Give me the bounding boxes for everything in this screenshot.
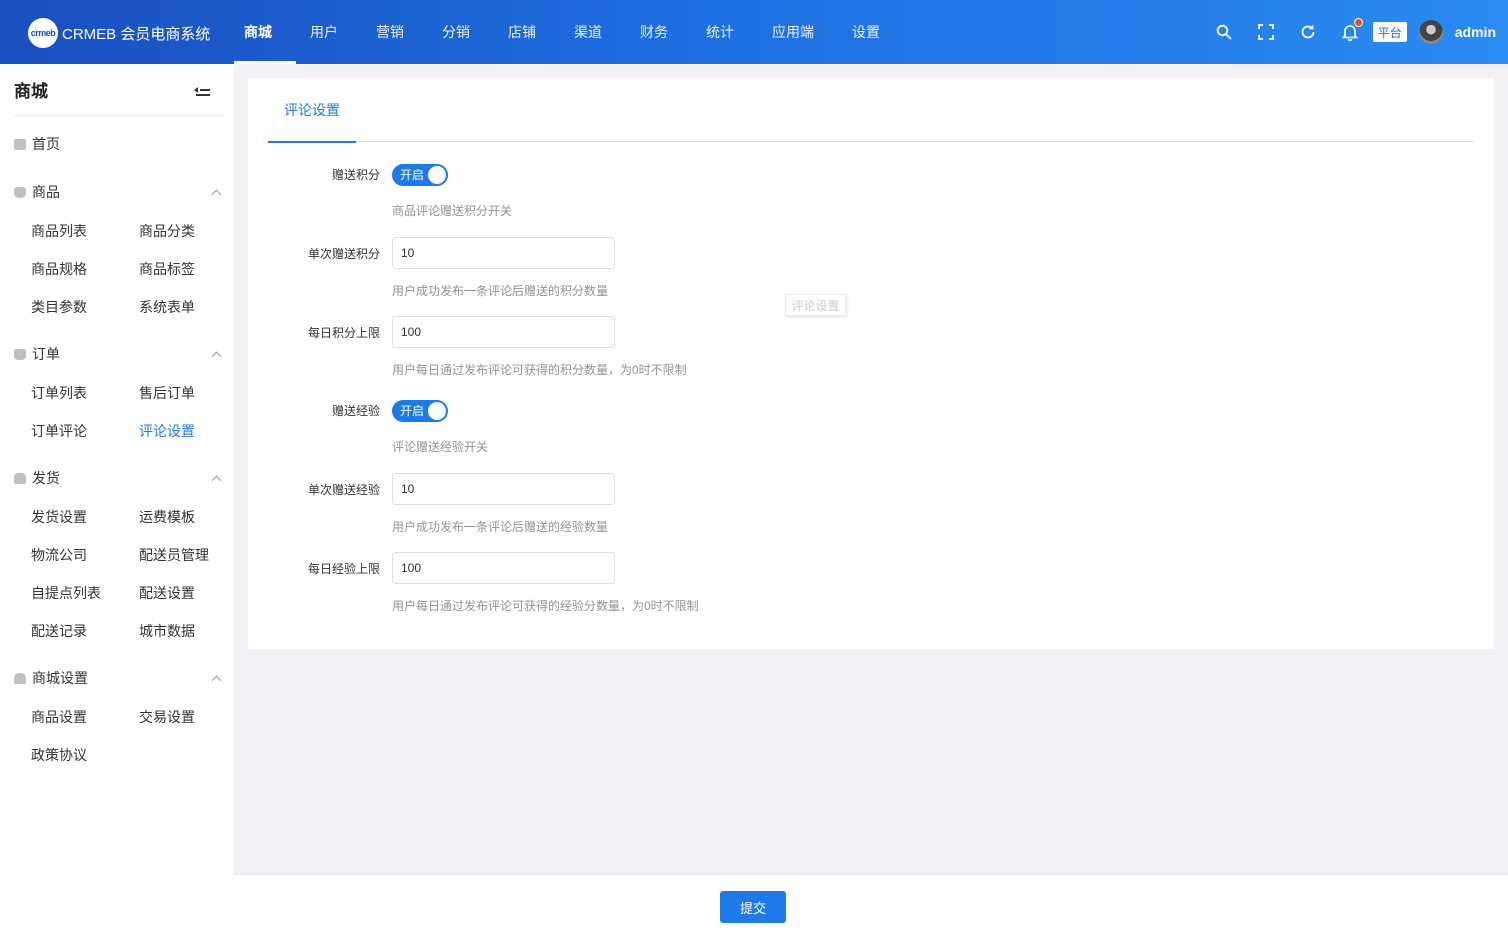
chevron-up-icon [211, 475, 222, 485]
field-hint: 商品评论赠送积分开关 [392, 204, 513, 218]
sidebar-item-category-params[interactable]: 类目参数 [31, 297, 87, 317]
sidebar: 商城 首页 商品 商品列表 商品分类 商品规格 商品标签 类目参数 系统表单 订… [0, 64, 234, 932]
sidebar-item-goods-tag[interactable]: 商品标签 [139, 259, 195, 279]
field-hint: 用户成功发布一条评论后赠送的经验数量 [392, 520, 609, 534]
sidebar-group-delivery[interactable]: 发货 [14, 468, 222, 488]
sidebar-item-order-list[interactable]: 订单列表 [31, 383, 87, 403]
sidebar-item-label: 首页 [32, 136, 60, 152]
sidebar-item-freight-template[interactable]: 运费模板 [139, 507, 195, 527]
sidebar-item-delivery-settings[interactable]: 发货设置 [31, 507, 87, 527]
bag-icon [14, 186, 26, 198]
sidebar-item-order-comments[interactable]: 订单评论 [31, 421, 87, 441]
sidebar-title: 商城 [14, 82, 48, 101]
settings-card: 评论设置 赠送积分 开启 商品评论赠送积分开关 单次赠送积分 用户成功发布一条评… [248, 78, 1494, 649]
collapse-menu-icon[interactable] [194, 83, 210, 97]
footer-bar: 提交 [234, 874, 1508, 932]
sidebar-group-label: 订单 [32, 346, 60, 362]
sidebar-item-courier-management[interactable]: 配送员管理 [139, 545, 209, 565]
sidebar-group-orders[interactable]: 订单 [14, 344, 222, 364]
field-hint: 评论赠送经验开关 [392, 440, 489, 454]
sidebar-item-policy-agreement[interactable]: 政策协议 [31, 745, 87, 765]
store-icon [14, 672, 26, 684]
field-label: 每日积分上限 [307, 326, 380, 340]
switch-knob [428, 402, 446, 420]
sidebar-group-label: 商品 [32, 184, 60, 200]
field-hint: 用户每日通过发布评论可获得的经验分数量，为0时不限制 [392, 599, 699, 613]
nav-item-apps[interactable]: 应用端 [762, 0, 838, 64]
avatar[interactable] [1418, 20, 1443, 44]
sidebar-item-goods-list[interactable]: 商品列表 [31, 221, 87, 241]
search-icon[interactable] [1213, 21, 1235, 43]
nav-item-settings[interactable]: 设置 [842, 0, 904, 64]
give-points-switch[interactable]: 开启 [392, 164, 448, 186]
nav-item-channel[interactable]: 渠道 [564, 0, 626, 64]
sidebar-item-pickup-points[interactable]: 自提点列表 [31, 583, 101, 603]
chevron-up-icon [211, 675, 222, 685]
field-hint: 用户每日通过发布评论可获得的积分数量，为0时不限制 [392, 363, 687, 377]
fullscreen-icon[interactable] [1255, 21, 1277, 43]
give-exp-switch[interactable]: 开启 [392, 400, 448, 422]
field-label: 单次赠送经验 [307, 483, 380, 497]
sidebar-group-label: 商城设置 [32, 670, 88, 686]
sidebar-item-dispatch-records[interactable]: 配送记录 [31, 621, 87, 641]
brand-name: CRMEB 会员电商系统 [62, 25, 211, 43]
username[interactable]: admin [1455, 24, 1496, 40]
nav-item-store[interactable]: 店铺 [498, 0, 560, 64]
exp-per-comment-input[interactable] [392, 473, 615, 505]
switch-text: 开启 [400, 404, 425, 418]
field-label: 赠送经验 [331, 404, 380, 418]
tab-bar: 评论设置 [268, 78, 1474, 143]
sidebar-item-goods-settings[interactable]: 商品设置 [31, 707, 87, 727]
nav-item-finance[interactable]: 财务 [630, 0, 692, 64]
sidebar-item-goods-category[interactable]: 商品分类 [139, 221, 195, 241]
sidebar-header: 商城 [14, 64, 224, 116]
nav-item-mall[interactable]: 商城 [234, 0, 296, 64]
field-hint: 用户成功发布一条评论后赠送的积分数量 [392, 284, 609, 298]
sidebar-item-comment-settings[interactable]: 评论设置 [139, 421, 195, 441]
sidebar-group-label: 发货 [32, 470, 60, 486]
daily-exp-limit-input[interactable] [392, 552, 615, 584]
switch-text: 开启 [400, 168, 425, 182]
sidebar-item-home[interactable]: 首页 [14, 134, 220, 154]
field-label: 单次赠送积分 [307, 247, 380, 261]
platform-tag[interactable]: 平台 [1372, 22, 1407, 42]
sidebar-group-mall-settings[interactable]: 商城设置 [14, 668, 222, 688]
submit-button[interactable]: 提交 [720, 891, 786, 923]
drag-ghost-label: 评论设置 [785, 294, 846, 316]
logo[interactable]: crmeb CRMEB 会员电商系统 [28, 18, 210, 48]
top-header: crmeb CRMEB 会员电商系统 商城 用户 营销 分销 店铺 渠道 财务 … [0, 0, 1508, 64]
notification-dot [1353, 18, 1363, 27]
nav-item-statistics[interactable]: 统计 [696, 0, 758, 64]
sidebar-item-system-form[interactable]: 系统表单 [139, 297, 195, 317]
sidebar-item-goods-spec[interactable]: 商品规格 [31, 259, 87, 279]
field-label: 赠送积分 [331, 168, 380, 182]
field-label: 每日经验上限 [307, 562, 380, 576]
tab-comment-settings[interactable]: 评论设置 [268, 78, 356, 143]
sidebar-item-trade-settings[interactable]: 交易设置 [139, 707, 195, 727]
cart-icon [14, 348, 26, 360]
sidebar-item-dispatch-settings[interactable]: 配送设置 [139, 583, 195, 603]
chevron-up-icon [211, 189, 222, 199]
sidebar-item-logistics-company[interactable]: 物流公司 [31, 545, 87, 565]
header-tools: 平台 admin [1193, 0, 1496, 64]
nav-item-user[interactable]: 用户 [300, 0, 362, 64]
top-nav: 商城 用户 营销 分销 店铺 渠道 财务 统计 应用端 设置 [234, 0, 908, 64]
nav-item-distribution[interactable]: 分销 [432, 0, 494, 64]
refresh-icon[interactable] [1297, 21, 1319, 43]
nav-item-marketing[interactable]: 营销 [366, 0, 428, 64]
logo-badge: crmeb [28, 18, 58, 48]
box-icon [14, 472, 26, 484]
daily-points-limit-input[interactable] [392, 316, 615, 348]
sidebar-group-goods[interactable]: 商品 [14, 182, 222, 202]
bell-icon[interactable] [1339, 18, 1363, 43]
chevron-up-icon [211, 351, 222, 361]
switch-knob [428, 166, 446, 184]
home-icon [14, 138, 26, 150]
sidebar-item-aftersale-orders[interactable]: 售后订单 [139, 383, 195, 403]
points-per-comment-input[interactable] [392, 237, 615, 269]
sidebar-item-city-data[interactable]: 城市数据 [139, 621, 195, 641]
